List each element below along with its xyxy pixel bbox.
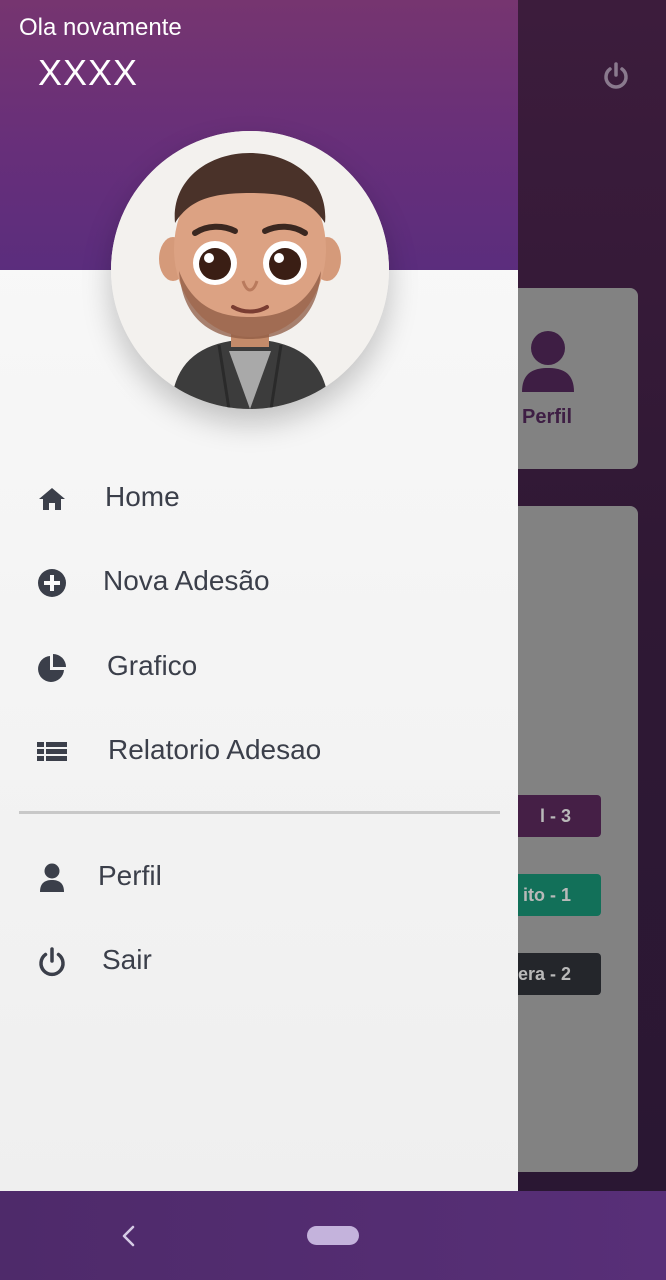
username: XXXX xyxy=(38,52,139,93)
profile-card-label: Perfil xyxy=(522,406,573,428)
back-icon[interactable] xyxy=(116,1223,142,1249)
menu-item-label: Perfil xyxy=(98,860,162,891)
home-icon xyxy=(36,483,68,515)
avatar[interactable] xyxy=(111,131,389,409)
menu-item-label: Nova Adesão xyxy=(103,565,270,596)
menu-item-grafico[interactable]: Grafico xyxy=(0,632,518,702)
menu-item-nova-adesao[interactable]: Nova Adesão xyxy=(0,547,518,617)
menu-item-perfil[interactable]: Perfil xyxy=(0,842,518,912)
menu-item-home[interactable]: Home xyxy=(0,463,518,533)
menu-item-label: Home xyxy=(105,481,180,512)
user-icon xyxy=(520,330,576,396)
menu-divider xyxy=(19,811,500,814)
menu-item-relatorio-adesao[interactable]: Relatorio Adesao xyxy=(0,716,518,786)
menu-item-label: Relatorio Adesao xyxy=(108,734,322,765)
pie-chart-icon xyxy=(36,652,68,684)
navigation-drawer: Ola novamente XXXX Home Nova Adesão Graf… xyxy=(0,0,518,1191)
list-icon xyxy=(36,736,68,768)
power-icon xyxy=(36,946,68,978)
menu-item-label: Sair xyxy=(102,944,152,975)
user-icon xyxy=(36,862,68,894)
home-pill-button[interactable] xyxy=(307,1226,359,1245)
greeting-text: Ola novamente xyxy=(19,14,182,41)
power-icon[interactable] xyxy=(600,60,632,92)
plus-circle-icon xyxy=(36,567,68,599)
menu-item-label: Grafico xyxy=(107,650,198,681)
menu-item-sair[interactable]: Sair xyxy=(0,926,518,996)
